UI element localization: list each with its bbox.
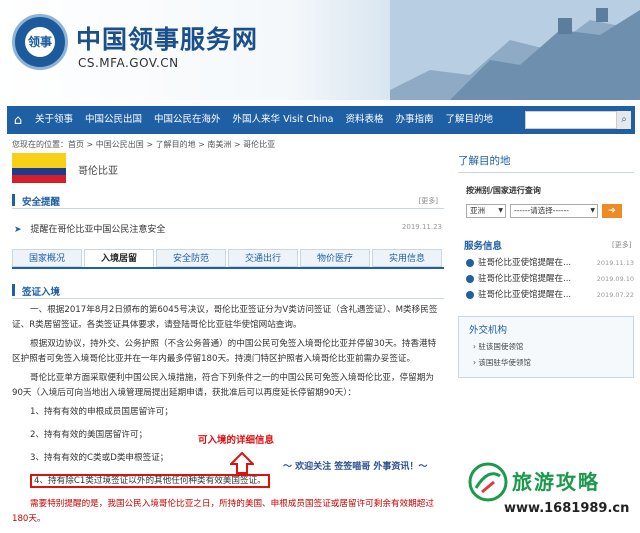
watermark-title: 旅游攻略	[512, 470, 600, 494]
diplomatic-link-foreign-embassy-text[interactable]: 该国驻华使领馆	[478, 358, 531, 367]
great-wall-banner	[390, 0, 640, 100]
diplomatic-link-embassy-text[interactable]: 驻该国使领馆	[478, 342, 523, 351]
service-item-text[interactable]: 驻哥伦比亚使馆提醒在...	[478, 290, 571, 300]
nav-search: ⌕	[525, 111, 631, 129]
nav-guide[interactable]: 办事指南	[389, 106, 439, 134]
watermark-url: www.1681989.cn	[504, 501, 630, 516]
services-heading: 服务信息	[464, 241, 503, 252]
safety-section-header: 安全提醒 [更多]	[12, 192, 444, 209]
bullet-icon	[466, 274, 474, 283]
arrow-right-icon: ➤	[14, 225, 22, 235]
annotation-detail-label: 可入境的详细信息	[198, 435, 275, 446]
services-more-link[interactable]: [更多]	[612, 240, 631, 250]
chevron-down-icon: ▼	[590, 207, 595, 214]
nav-forms[interactable]: 资料表格	[339, 106, 389, 134]
diplomatic-link-foreign-embassy[interactable]: › 该国驻华使领馆	[473, 357, 531, 368]
service-item-text[interactable]: 驻哥伦比亚使馆提醒在...	[478, 258, 571, 268]
sidebar-filter-label: 按洲别/国家进行查询	[466, 186, 541, 195]
tab-practical-info[interactable]: 实用信息	[372, 249, 442, 267]
visa-section-header: 签证入境	[12, 282, 444, 299]
safety-notice[interactable]: ➤ 提醒在哥伦比亚中国公民注意安全 2019.11.23	[14, 222, 442, 235]
tab-entry-residence[interactable]: 入境居留	[84, 249, 154, 267]
service-item[interactable]: 驻哥伦比亚使馆提醒在... 2019.09.10	[466, 271, 634, 287]
safety-notice-date: 2019.11.23	[401, 223, 442, 231]
visa-warning: 需要特别提醒的是，我国公民入境哥伦比亚之日，所持的美国、申根成员国签证或居留许可…	[12, 499, 434, 524]
country-name: 哥伦比亚	[78, 166, 118, 177]
safety-heading: 安全提醒	[22, 197, 61, 208]
safety-more-link[interactable]: [更多]	[419, 196, 438, 206]
bullet-icon	[466, 258, 474, 267]
diplomatic-box: 外交机构 › 驻该国使领馆 › 该国驻华使领馆	[458, 316, 634, 378]
go-arrow-button[interactable]: ➔	[602, 204, 622, 218]
service-item[interactable]: 驻哥伦比亚使馆提醒在... 2019.07.22	[466, 287, 634, 303]
safety-notice-text[interactable]: 提醒在哥伦比亚中国公民注意安全	[30, 225, 165, 235]
site-title: 中国领事服务网	[76, 25, 259, 54]
nav-about-consular[interactable]: 关于领事	[29, 106, 79, 134]
main-nav: ⌂ 关于领事 中国公民出国 中国公民在海外 外国人来华 Visit China …	[7, 106, 635, 134]
search-input[interactable]	[525, 111, 617, 129]
requirement-4-highlight: 4、持有除C1类过境签证以外的其他任何种类有效美国签证。	[30, 474, 270, 488]
continent-select[interactable]: 亚洲 ▼	[466, 204, 506, 218]
colombia-flag-icon	[12, 153, 66, 183]
sidebar-filter: 亚洲 ▼ ------请选择------ ▼ ➔	[466, 204, 622, 218]
visa-paragraph-3: 哥伦比亚单方面采取便利中国公民入境措施，符合下列条件之一的中国公民可免签入境哥伦…	[12, 373, 434, 398]
tab-safety[interactable]: 安全防范	[156, 249, 226, 267]
visa-heading: 签证入境	[22, 287, 61, 298]
bullet-icon	[466, 290, 474, 299]
logo-emblem-text: 领事	[25, 27, 55, 57]
search-icon[interactable]: ⌕	[617, 111, 631, 129]
nav-destinations[interactable]: 了解目的地	[440, 106, 500, 134]
service-item[interactable]: 驻哥伦比亚使馆提醒在... 2019.11.13	[466, 255, 634, 271]
service-item-date: 2019.07.22	[596, 291, 634, 299]
diplomatic-link-embassy[interactable]: › 驻该国使领馆	[473, 341, 523, 352]
up-arrow-icon	[230, 452, 254, 474]
tab-overview[interactable]: 国家概况	[12, 249, 82, 267]
visa-paragraph-1: 一、根据2017年8月2日颁布的第6045号决议，哥伦比亚签证分为V类访问签证（…	[12, 305, 438, 330]
service-item-date: 2019.11.13	[596, 259, 634, 267]
continent-value: 亚洲	[470, 206, 485, 215]
annotation-follow-text: ～ 欢迎关注 签签喵哥 外事资讯！～	[283, 462, 428, 472]
tab-transport[interactable]: 交通出行	[228, 249, 298, 267]
home-icon[interactable]: ⌂	[7, 106, 29, 134]
nav-visit-china[interactable]: 外国人来华 Visit China	[227, 106, 340, 134]
service-item-date: 2019.09.10	[596, 275, 634, 283]
chevron-down-icon: ▼	[498, 207, 503, 214]
site-header: 领事 中国领事服务网 CS.MFA.GOV.CN	[0, 0, 640, 100]
nav-citizens-overseas[interactable]: 中国公民在海外	[148, 106, 227, 134]
service-item-text[interactable]: 驻哥伦比亚使馆提醒在...	[478, 274, 571, 284]
requirement-1: 1、持有有效的申根成员国居留许可；	[30, 407, 173, 417]
nav-citizens-abroad[interactable]: 中国公民出国	[79, 106, 148, 134]
visa-paragraph-2: 根据双边协议，持外交、公务护照（不含公务普通）的中国公民可免签入境哥伦比亚并停留…	[12, 339, 437, 364]
site-url: CS.MFA.GOV.CN	[78, 56, 179, 70]
country-tabs: 国家概况 入境居留 安全防范 交通出行 物价医疗 实用信息	[12, 249, 444, 269]
country-select[interactable]: ------请选择------ ▼	[510, 204, 598, 218]
diplomatic-heading: 外交机构	[469, 325, 508, 336]
tab-prices-medical[interactable]: 物价医疗	[300, 249, 370, 267]
services-list: 驻哥伦比亚使馆提醒在... 2019.11.13 驻哥伦比亚使馆提醒在... 2…	[466, 255, 634, 303]
requirement-4: 4、持有除C1类过境签证以外的其他任何种类有效美国签证。	[12, 474, 442, 489]
country-select-value: ------请选择------	[514, 206, 569, 215]
sidebar: 了解目的地	[458, 153, 634, 173]
travel-watermark-icon	[468, 462, 508, 502]
breadcrumb: 您现在的位置：首页 > 中国公民出国 > 了解目的地 > 南美洲 > 哥伦比亚	[12, 140, 276, 149]
consular-logo[interactable]: 领事	[12, 14, 68, 70]
visa-content: 一、根据2017年8月2日颁布的第6045号决议，哥伦比亚签证分为V类访问签证（…	[12, 303, 442, 531]
sidebar-title: 了解目的地	[458, 153, 634, 173]
